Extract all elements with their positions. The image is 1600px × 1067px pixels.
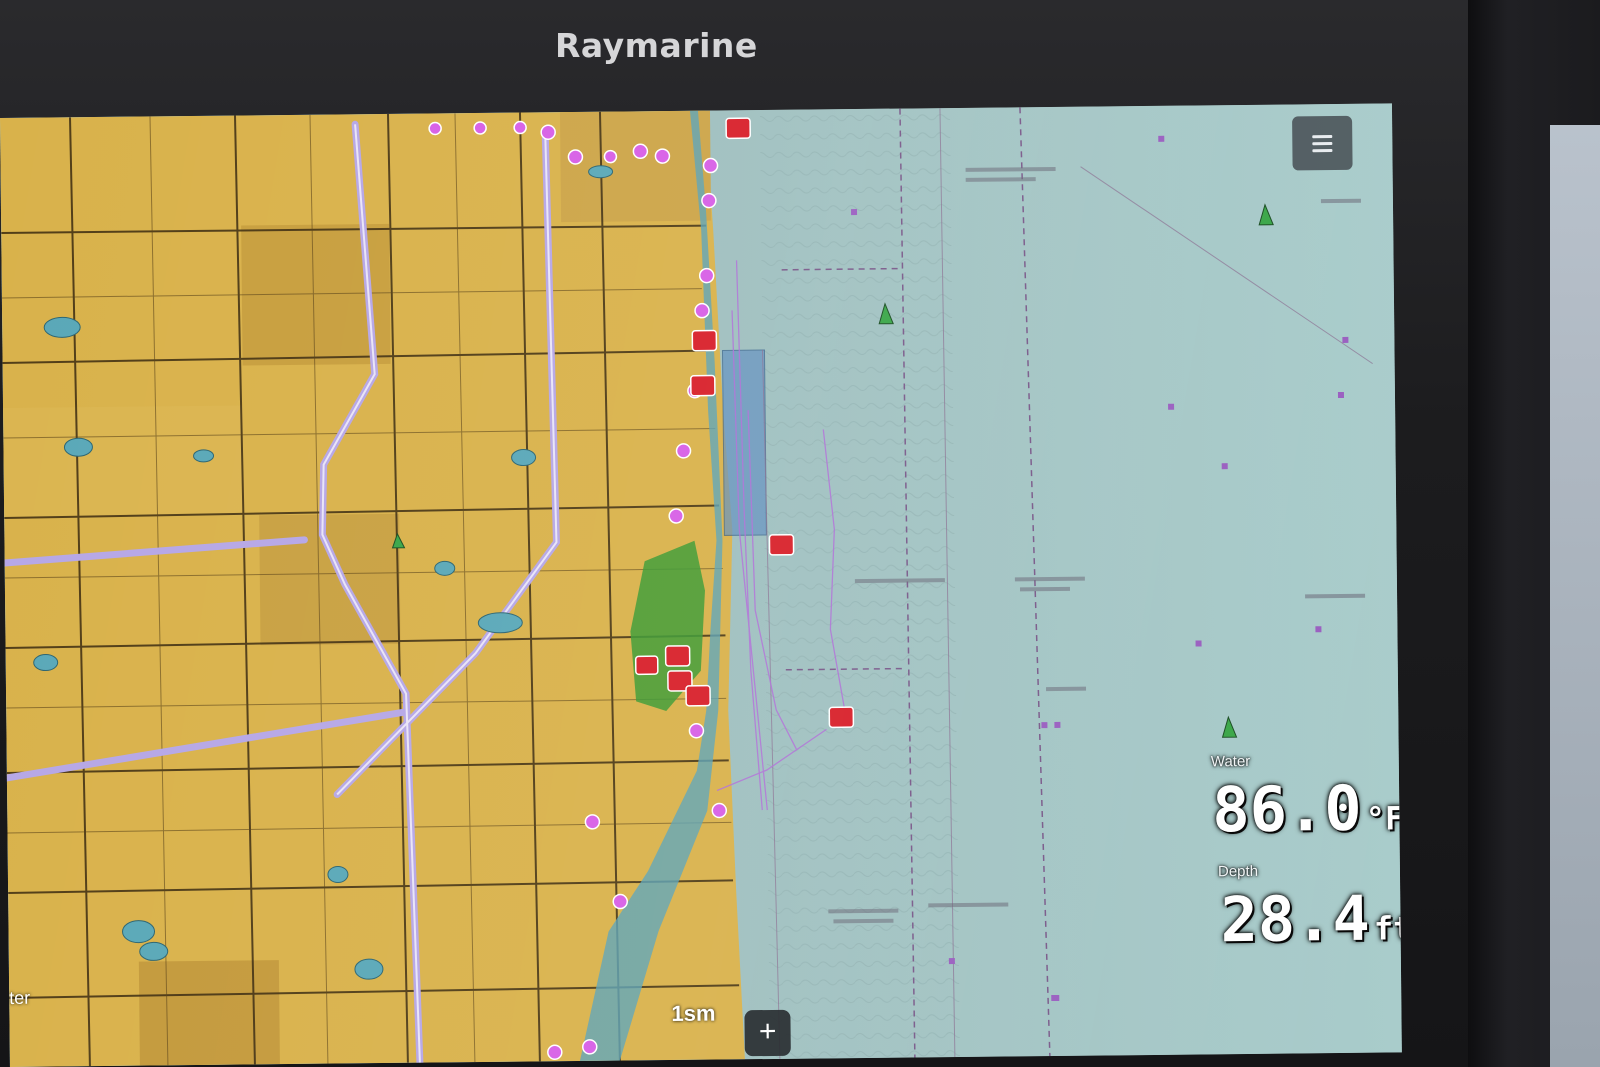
land-parcel — [559, 110, 712, 223]
depth-number: 28.4 — [1220, 881, 1371, 957]
land-parcel — [138, 960, 280, 1066]
depth-unit: ft — [1373, 909, 1402, 948]
adjacent-display-screen — [1550, 125, 1600, 1067]
menu-button[interactable] — [1292, 115, 1353, 171]
water-temp-number: 86.0 — [1211, 771, 1362, 847]
menu-icon — [1312, 131, 1333, 156]
depth-value: 28.4 ft — [1220, 881, 1402, 957]
water-temp-label: Water — [1210, 752, 1251, 771]
chart-screen[interactable]: Water 86.0 °F Depth 28.4 ft 1sm + ter — [0, 103, 1402, 1067]
chart-scale-label: 1sm — [671, 1000, 716, 1027]
land-parcel — [259, 513, 401, 646]
nautical-chart[interactable] — [0, 103, 1402, 1067]
nearshore-shoal — [759, 108, 960, 1059]
water-temp-unit: °F — [1365, 799, 1402, 838]
zoom-in-button[interactable]: + — [744, 1009, 791, 1057]
depth-label: Depth — [1217, 862, 1259, 881]
brand-logo: Raymarine — [555, 26, 758, 65]
partial-corner-label: ter — [9, 987, 31, 1008]
water-temp-value: 86.0 °F — [1211, 771, 1402, 847]
chartplotter-device: Raymarine Water 86.0 °F Depth 28.4 ft 1s… — [0, 0, 1600, 1067]
